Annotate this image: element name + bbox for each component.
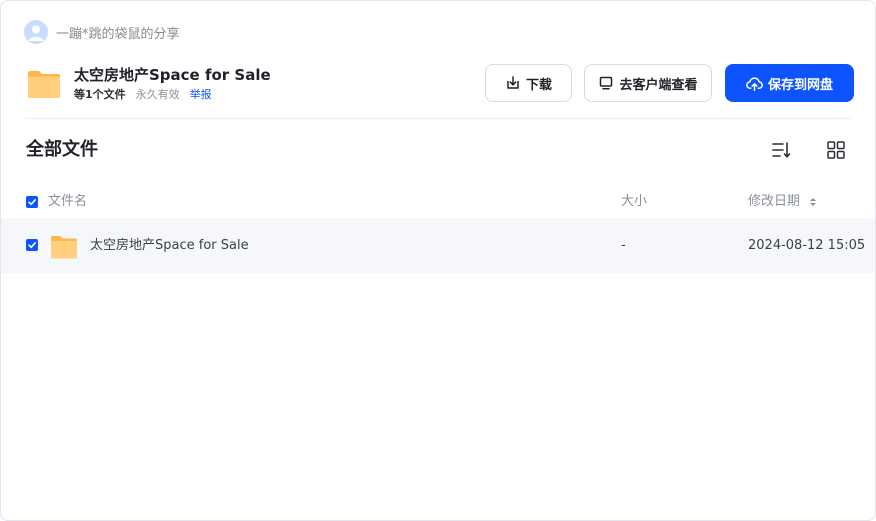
- grid-view-icon[interactable]: [824, 138, 848, 162]
- column-header-modified[interactable]: 修改日期: [748, 193, 800, 211]
- user-avatar-icon: [24, 20, 48, 44]
- column-header-name[interactable]: 文件名: [48, 193, 87, 211]
- download-icon: [507, 76, 519, 89]
- open-client-label: 去客户端查看: [619, 77, 698, 93]
- file-count: 等1个文件: [74, 88, 126, 101]
- validity-text: 永久有效: [135, 88, 180, 101]
- save-to-drive-button[interactable]: 保存到网盘: [725, 64, 854, 102]
- share-title: 太空房地产Space for Sale: [74, 66, 271, 84]
- share-panel: 一蹦*跳的袋鼠的分享 太空房地产Space for Sale 等1个文件 永久有…: [0, 0, 876, 521]
- row-checkbox[interactable]: [26, 239, 38, 251]
- header-divider: [25, 118, 851, 119]
- open-client-button[interactable]: 去客户端查看: [584, 64, 712, 102]
- sharer-name: 一蹦*跳的袋鼠的分享: [56, 26, 180, 42]
- row-modified-date: 2024-08-12 15:05: [748, 238, 866, 253]
- sharer-info: 一蹦*跳的袋鼠的分享: [24, 20, 180, 44]
- report-link[interactable]: 举报: [190, 87, 212, 103]
- sort-caret-icon[interactable]: [809, 196, 817, 208]
- select-all-checkbox[interactable]: [26, 196, 38, 208]
- save-label: 保存到网盘: [767, 77, 833, 93]
- row-file-size: -: [621, 238, 626, 253]
- share-file-header: 太空房地产Space for Sale 等1个文件 永久有效 举报: [26, 65, 271, 103]
- check-icon: [28, 242, 36, 249]
- column-header-size[interactable]: 大小: [621, 193, 647, 211]
- row-file-name[interactable]: 太空房地产Space for Sale: [90, 237, 249, 255]
- folder-icon: [51, 236, 77, 259]
- folder-icon: [28, 71, 60, 98]
- cloud-upload-icon: [746, 76, 763, 91]
- download-label: 下载: [525, 77, 552, 93]
- check-icon: [28, 199, 36, 206]
- monitor-icon: [600, 76, 613, 90]
- download-button[interactable]: 下载: [485, 64, 572, 102]
- section-title: 全部文件: [26, 139, 98, 160]
- sort-list-icon[interactable]: [769, 138, 793, 162]
